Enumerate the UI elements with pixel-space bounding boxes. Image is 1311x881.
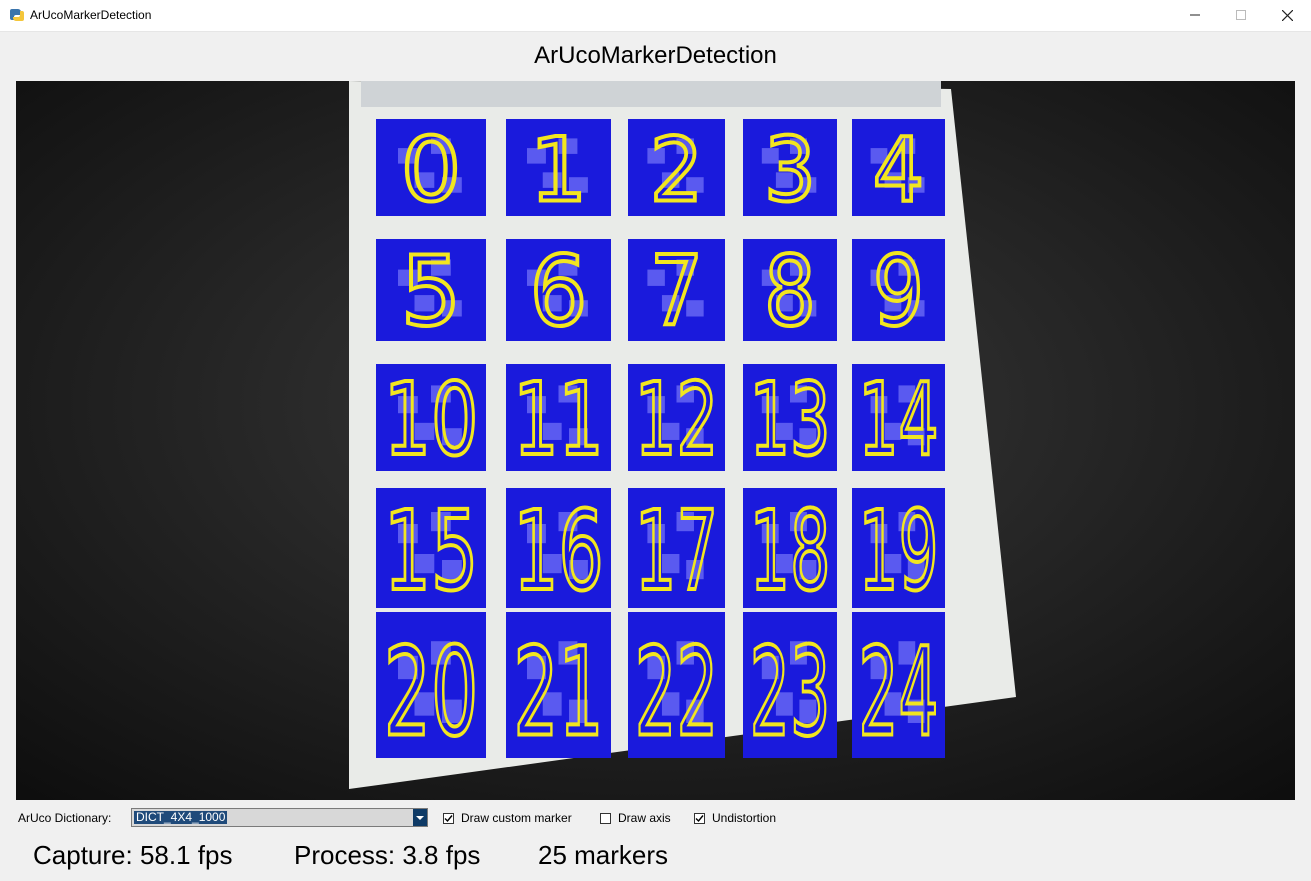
marker-id-label: 10 xyxy=(384,361,479,478)
marker-0: 0 xyxy=(376,116,486,223)
marker-id-label: 1 xyxy=(530,118,588,221)
marker-7: 7 xyxy=(628,234,725,350)
title-bar: ArUcoMarkerDetection xyxy=(0,0,1311,32)
draw-custom-marker-checkbox[interactable]: Draw custom marker xyxy=(443,811,572,825)
marker-4: 4 xyxy=(852,116,945,223)
marker-13: 13 xyxy=(743,359,837,480)
undistortion-label: Undistortion xyxy=(712,811,777,825)
close-button[interactable] xyxy=(1264,0,1310,30)
marker-id-label: 14 xyxy=(859,361,939,478)
camera-view: 0 1 2 3 4 5 6 7 8 9 10 11 12 13 14 15 16 17 18 19 20 21 22 23 24 xyxy=(16,81,1295,800)
dropdown-arrow[interactable] xyxy=(413,809,427,826)
camera-frame: 0 1 2 3 45 6 7 8 910 11 12 13 1415 16 17 18 1920 21 22 23 24 xyxy=(16,81,1295,800)
app-heading: ArUcoMarkerDetection xyxy=(534,42,777,69)
marker-1: 1 xyxy=(506,116,611,223)
capture-fps: Capture: 58.1 fps xyxy=(33,840,233,870)
marker-id-label: 0 xyxy=(401,118,462,221)
marker-12: 12 xyxy=(628,359,725,480)
marker-10: 10 xyxy=(376,359,486,480)
marker-id-label: 12 xyxy=(635,361,718,478)
marker-15: 15 xyxy=(376,485,486,617)
marker-id-label: 6 xyxy=(530,236,588,348)
screen-window-chrome xyxy=(361,81,941,107)
marker-id-label: 19 xyxy=(859,487,939,615)
marker-18: 18 xyxy=(743,485,837,617)
marker-id-label: 16 xyxy=(513,487,603,615)
marker-2: 2 xyxy=(628,116,725,223)
marker-id-label: 24 xyxy=(859,622,939,764)
marker-id-label: 4 xyxy=(873,118,924,221)
marker-id-label: 11 xyxy=(513,361,603,478)
checkmark-icon xyxy=(444,814,453,822)
marker-id-label: 2 xyxy=(650,118,703,221)
marker-3: 3 xyxy=(743,116,837,223)
marker-id-label: 15 xyxy=(384,487,479,615)
marker-id-label: 22 xyxy=(635,622,718,764)
draw-axis-label: Draw axis xyxy=(618,811,671,825)
marker-id-label: 21 xyxy=(513,622,603,764)
marker-id-label: 8 xyxy=(764,236,816,348)
maximize-icon xyxy=(1236,10,1246,20)
marker-id-label: 9 xyxy=(873,236,924,348)
marker-8: 8 xyxy=(743,234,837,350)
minimize-button[interactable] xyxy=(1172,0,1218,30)
marker-16: 16 xyxy=(506,485,611,617)
marker-id-label: 3 xyxy=(764,118,816,221)
marker-id-label: 23 xyxy=(750,622,831,764)
marker-count: 25 markers xyxy=(538,840,669,870)
marker-id-label: 5 xyxy=(401,236,462,348)
marker-id-label: 13 xyxy=(750,361,831,478)
marker-23: 23 xyxy=(743,612,837,766)
marker-5: 5 xyxy=(376,234,486,350)
marker-id-label: 7 xyxy=(650,236,703,348)
draw-custom-marker-label: Draw custom marker xyxy=(461,811,572,825)
window-title: ArUcoMarkerDetection xyxy=(30,8,152,22)
marker-21: 21 xyxy=(506,612,611,766)
marker-11: 11 xyxy=(506,359,611,480)
draw-axis-checkbox[interactable]: Draw axis xyxy=(600,811,671,825)
marker-6: 6 xyxy=(506,234,611,350)
marker-17: 17 xyxy=(628,485,725,617)
dictionary-label: ArUco Dictionary: xyxy=(18,811,112,825)
undistortion-checkbox[interactable]: Undistortion xyxy=(694,811,776,825)
marker-19: 19 xyxy=(852,485,945,617)
minimize-icon xyxy=(1190,14,1200,16)
close-icon xyxy=(1281,9,1293,21)
marker-24: 24 xyxy=(852,612,945,766)
python-icon xyxy=(10,9,24,21)
marker-id-label: 17 xyxy=(635,487,718,615)
dictionary-selected-value: DICT_4X4_1000 xyxy=(134,810,228,824)
checkmark-icon xyxy=(695,814,704,822)
controls-bar: ArUco Dictionary: DICT_4X4_1000 Draw cus… xyxy=(0,806,1311,830)
marker-id-label: 20 xyxy=(384,622,479,764)
marker-14: 14 xyxy=(852,359,945,480)
chevron-down-icon xyxy=(416,815,424,820)
checkbox-box[interactable] xyxy=(443,812,454,824)
marker-20: 20 xyxy=(376,612,486,766)
process-fps: Process: 3.8 fps xyxy=(294,840,481,870)
marker-9: 9 xyxy=(852,234,945,350)
marker-22: 22 xyxy=(628,612,725,766)
checkbox-box[interactable] xyxy=(600,812,611,824)
dictionary-select[interactable]: DICT_4X4_1000 xyxy=(131,808,428,827)
marker-id-label: 18 xyxy=(750,487,831,615)
maximize-button[interactable] xyxy=(1218,0,1264,30)
checkbox-box[interactable] xyxy=(694,812,705,824)
